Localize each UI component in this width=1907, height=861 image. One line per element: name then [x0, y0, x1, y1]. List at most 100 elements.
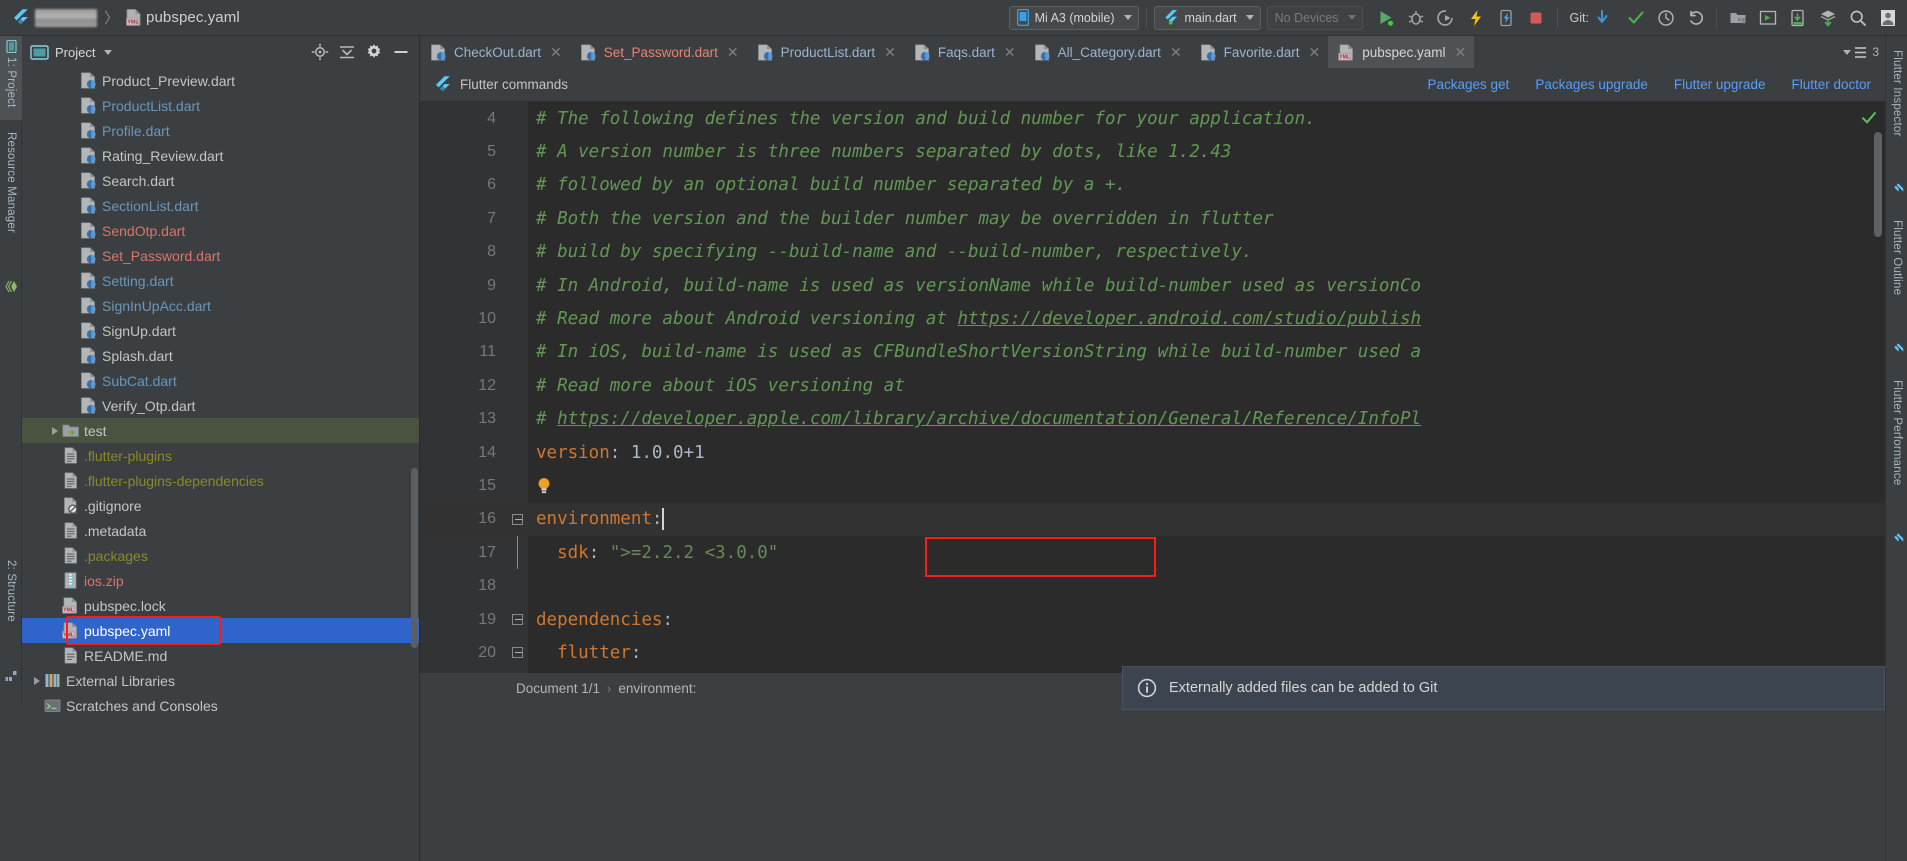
hot-reload-button[interactable] — [1463, 5, 1490, 31]
tree-item[interactable]: Rating_Review.dart — [22, 143, 420, 168]
account-avatar-icon[interactable] — [1874, 5, 1901, 31]
chevron-down-icon[interactable] — [104, 50, 112, 55]
no-devices-dropdown[interactable]: No Devices — [1267, 6, 1363, 30]
tree-item[interactable]: SignUp.dart — [22, 318, 420, 343]
editor-tab[interactable]: Set_Password.dart✕ — [570, 36, 747, 68]
code-line[interactable]: 13# https://developer.apple.com/library/… — [420, 403, 1885, 436]
code-line[interactable]: 4# The following defines the version and… — [420, 102, 1885, 135]
editor-tab[interactable]: CheckOut.dart✕ — [420, 36, 570, 68]
editor-tab[interactable]: YMLpubspec.yaml✕ — [1328, 36, 1474, 68]
code-line[interactable]: 16environment: — [420, 503, 1885, 536]
run-button[interactable] — [1373, 5, 1400, 31]
tree-item[interactable]: SignInUpAcc.dart — [22, 293, 420, 318]
profiler-icon[interactable] — [1814, 5, 1841, 31]
tree-item[interactable]: .packages — [22, 543, 420, 568]
tree-item[interactable]: YMLpubspec.lock — [22, 593, 420, 618]
sidebar-item-structure[interactable]: 2: Structure — [0, 556, 22, 660]
tree-item[interactable]: Setting.dart — [22, 268, 420, 293]
intention-bulb-icon[interactable] — [536, 476, 552, 496]
expand-arrow-icon[interactable] — [30, 677, 44, 685]
code-line[interactable]: 9# In Android, build-name is used as ver… — [420, 269, 1885, 302]
close-icon[interactable]: ✕ — [1454, 45, 1466, 59]
search-icon[interactable] — [1844, 5, 1871, 31]
notification-banner[interactable]: Externally added files can be added to G… — [1122, 666, 1885, 710]
close-icon[interactable]: ✕ — [884, 45, 896, 59]
tree-item[interactable]: External Libraries — [22, 668, 420, 693]
gear-icon[interactable] — [365, 43, 383, 61]
editor-tab[interactable]: ProductList.dart✕ — [747, 36, 904, 68]
code-line[interactable]: 8# build by specifying --build-name and … — [420, 236, 1885, 269]
code-line[interactable]: 10# Read more about Android versioning a… — [420, 302, 1885, 335]
inspection-status-ok-icon[interactable] — [1861, 110, 1877, 131]
tree-item[interactable]: Scratches and Consoles — [22, 693, 420, 718]
code-line[interactable]: 14version: 1.0.0+1 — [420, 436, 1885, 469]
code-line[interactable]: 20 flutter: — [420, 636, 1885, 669]
sdk-manager-icon[interactable] — [1724, 5, 1751, 31]
git-update-project-button[interactable] — [1592, 5, 1619, 31]
editor-tab[interactable]: All_Category.dart✕ — [1024, 36, 1190, 68]
code-line[interactable]: 15 — [420, 469, 1885, 502]
close-icon[interactable]: ✕ — [1004, 45, 1016, 59]
run-configuration-dropdown[interactable]: main.dart — [1154, 6, 1261, 30]
git-commit-button[interactable] — [1622, 5, 1649, 31]
git-history-button[interactable] — [1652, 5, 1679, 31]
tree-item[interactable]: .metadata — [22, 518, 420, 543]
tree-item[interactable]: SubCat.dart — [22, 368, 420, 393]
project-file-tree[interactable]: Product_Preview.dartProductList.dartProf… — [22, 68, 420, 861]
tree-item[interactable]: README.md — [22, 643, 420, 668]
close-icon[interactable]: ✕ — [727, 45, 739, 59]
tree-item[interactable]: Product_Preview.dart — [22, 68, 420, 93]
sidebar-item-flutter-outline[interactable]: Flutter Outline — [1886, 216, 1907, 328]
tree-item[interactable]: test — [22, 418, 420, 443]
device-explorer-icon[interactable] — [1784, 5, 1811, 31]
tree-item[interactable]: .flutter-plugins — [22, 443, 420, 468]
code-editor[interactable]: 4# The following defines the version and… — [420, 102, 1885, 673]
fold-marker[interactable] — [506, 647, 528, 658]
code-line[interactable]: 17 sdk: ">=2.2.2 <3.0.0" — [420, 536, 1885, 569]
code-line[interactable]: 7# Both the version and the builder numb… — [420, 202, 1885, 235]
fold-marker[interactable] — [506, 514, 528, 525]
sidebar-item-flutter-inspector[interactable]: Flutter Inspector — [1886, 46, 1907, 166]
run-coverage-button[interactable] — [1433, 5, 1460, 31]
fold-marker[interactable] — [506, 536, 528, 569]
code-line[interactable]: 18 — [420, 569, 1885, 602]
flutter-device-button[interactable] — [1493, 5, 1520, 31]
tree-item[interactable]: Verify_Otp.dart — [22, 393, 420, 418]
locate-file-button[interactable] — [311, 43, 329, 61]
flutter-command-link[interactable]: Packages upgrade — [1535, 77, 1648, 92]
sidebar-item-resource-manager[interactable]: Resource Manager — [0, 128, 22, 258]
expand-arrow-icon[interactable] — [48, 427, 62, 435]
tree-item[interactable]: YMLpubspec.yaml — [22, 618, 420, 643]
tree-item[interactable]: Search.dart — [22, 168, 420, 193]
sidebar-item-project[interactable]: 1: Project — [0, 36, 22, 120]
code-line[interactable]: 5# A version number is three numbers sep… — [420, 135, 1885, 168]
flutter-command-link[interactable]: Packages get — [1428, 77, 1510, 92]
code-line[interactable]: 6# followed by an optional build number … — [420, 169, 1885, 202]
debug-button[interactable] — [1403, 5, 1430, 31]
stop-button[interactable] — [1523, 5, 1550, 31]
code-line[interactable]: 11# In iOS, build-name is used as CFBund… — [420, 336, 1885, 369]
tab-overflow-control[interactable]: 3 — [1840, 36, 1885, 68]
close-icon[interactable]: ✕ — [550, 45, 562, 59]
sidebar-item-flutter-performance[interactable]: Flutter Performance — [1886, 376, 1907, 518]
minimize-icon[interactable] — [392, 43, 410, 61]
editor-scrollbar[interactable] — [1874, 132, 1882, 237]
tree-item[interactable]: ProductList.dart — [22, 93, 420, 118]
tree-item[interactable]: .flutter-plugins-dependencies — [22, 468, 420, 493]
fold-marker[interactable] — [506, 614, 528, 625]
flutter-command-link[interactable]: Flutter upgrade — [1674, 77, 1766, 92]
tree-item[interactable]: SendOtp.dart — [22, 218, 420, 243]
git-rollback-button[interactable] — [1682, 5, 1709, 31]
editor-tab[interactable]: Favorite.dart✕ — [1190, 36, 1329, 68]
tree-item[interactable]: Set_Password.dart — [22, 243, 420, 268]
collapse-all-button[interactable] — [338, 43, 356, 61]
tree-scrollbar[interactable] — [411, 468, 418, 648]
editor-tab[interactable]: Faqs.dart✕ — [904, 36, 1024, 68]
tree-item[interactable]: Splash.dart — [22, 343, 420, 368]
tree-item[interactable]: .gitignore — [22, 493, 420, 518]
tree-item[interactable]: Profile.dart — [22, 118, 420, 143]
flutter-command-link[interactable]: Flutter doctor — [1791, 77, 1871, 92]
tree-item[interactable]: SectionList.dart — [22, 193, 420, 218]
code-line[interactable]: 19dependencies: — [420, 603, 1885, 636]
code-line[interactable]: 12# Read more about iOS versioning at — [420, 369, 1885, 402]
